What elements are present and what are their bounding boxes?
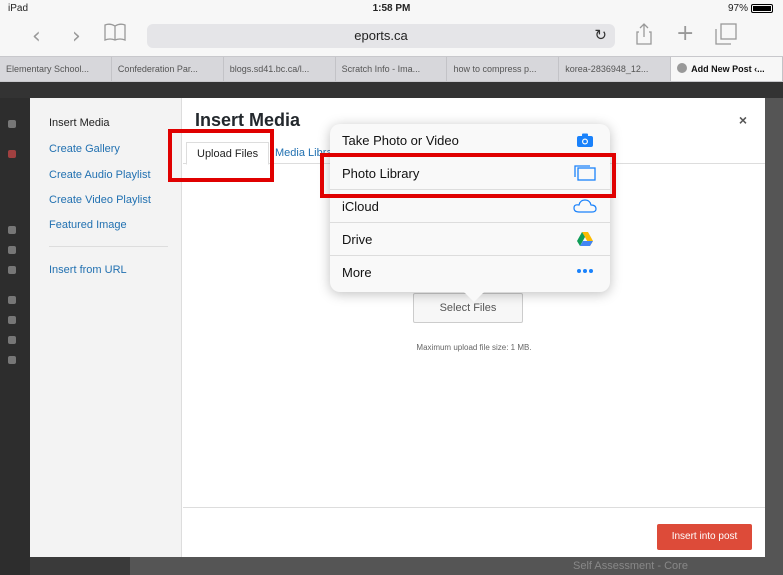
tools-icon (8, 316, 16, 324)
more-option[interactable]: More (330, 256, 610, 292)
tab-add-new-post[interactable]: Add New Post ‹... (671, 57, 783, 81)
tabs-overview-icon[interactable] (715, 23, 737, 51)
tab-compress[interactable]: how to compress p... (447, 57, 560, 81)
modal-title: Insert Media (195, 110, 301, 130)
browser-tabs: Elementary School... Confederation Par..… (0, 56, 783, 82)
create-video-playlist-link[interactable]: Create Video Playlist (49, 194, 151, 206)
battery-status: 97% (728, 3, 773, 14)
file-source-popover: Take Photo or Video Photo Library iCloud… (330, 124, 610, 302)
forward-icon[interactable]: › (72, 24, 81, 49)
share-icon[interactable] (636, 23, 652, 51)
media-menu: Insert Media Create Gallery Create Audio… (30, 98, 182, 557)
drive-label: Drive (342, 232, 373, 247)
dashboard-icon (8, 120, 16, 128)
close-icon[interactable]: × (739, 112, 747, 128)
self-assessment-label: Self Assessment - Core (573, 560, 688, 572)
tab-confederation[interactable]: Confederation Par... (112, 57, 224, 81)
max-upload-size: Maximum upload file size: 1 MB. (416, 343, 532, 352)
wp-admin-sidebar (0, 98, 30, 575)
insert-into-post-button[interactable]: Insert into post (657, 524, 752, 550)
close-tab-icon[interactable] (677, 63, 688, 73)
featured-image-link[interactable]: Featured Image (49, 219, 127, 231)
reload-icon[interactable]: ↻ (594, 24, 607, 48)
battery-icon (751, 4, 773, 13)
upload-files-highlight (168, 129, 274, 182)
tab-scratch-info[interactable]: Scratch Info - Ima... (336, 57, 448, 81)
battery-percent: 97% (727, 3, 748, 14)
browser-toolbar: ‹ › eports.ca ↻ + (0, 18, 783, 56)
clock: 1:58 PM (372, 3, 411, 14)
wp-admin-bar (0, 82, 783, 98)
create-audio-playlist-link[interactable]: Create Audio Playlist (49, 169, 151, 181)
address-bar[interactable]: eports.ca ↻ (147, 24, 615, 48)
posts-icon (8, 150, 16, 158)
insert-from-url-link[interactable]: Insert from URL (49, 264, 127, 276)
tab-add-new-post-label: Add New Post ‹... (691, 64, 765, 74)
tab-elementary-school[interactable]: Elementary School... (0, 57, 112, 81)
menu-title[interactable]: Insert Media (49, 117, 110, 129)
tab-blogs[interactable]: blogs.sd41.bc.ca/l... (224, 57, 336, 81)
users-icon (8, 296, 16, 304)
new-tab-icon[interactable]: + (676, 21, 694, 46)
comments-icon (8, 266, 16, 274)
more-label: More (342, 265, 372, 280)
media-icon (8, 226, 16, 234)
url-text: eports.ca (354, 28, 408, 43)
icloud-label: iCloud (342, 199, 379, 214)
status-bar: iPad 1:58 PM 97% (0, 0, 783, 18)
pages-icon (8, 246, 16, 254)
drive-icon (577, 232, 593, 246)
menu-divider (49, 246, 168, 247)
camera-icon (577, 133, 593, 147)
create-gallery-link[interactable]: Create Gallery (49, 143, 120, 155)
photo-library-highlight (320, 153, 616, 198)
back-icon[interactable]: ‹ (32, 24, 41, 49)
collapse-icon (8, 356, 16, 364)
modal-footer: Insert into post (183, 507, 765, 557)
take-photo-label: Take Photo or Video (342, 133, 459, 148)
tab-korea[interactable]: korea-2836948_12... (559, 57, 672, 81)
cloud-icon (573, 199, 597, 213)
settings-icon (8, 336, 16, 344)
more-icon (577, 269, 593, 273)
bookmarks-icon[interactable] (104, 23, 126, 46)
drive-option[interactable]: Drive (330, 223, 610, 256)
